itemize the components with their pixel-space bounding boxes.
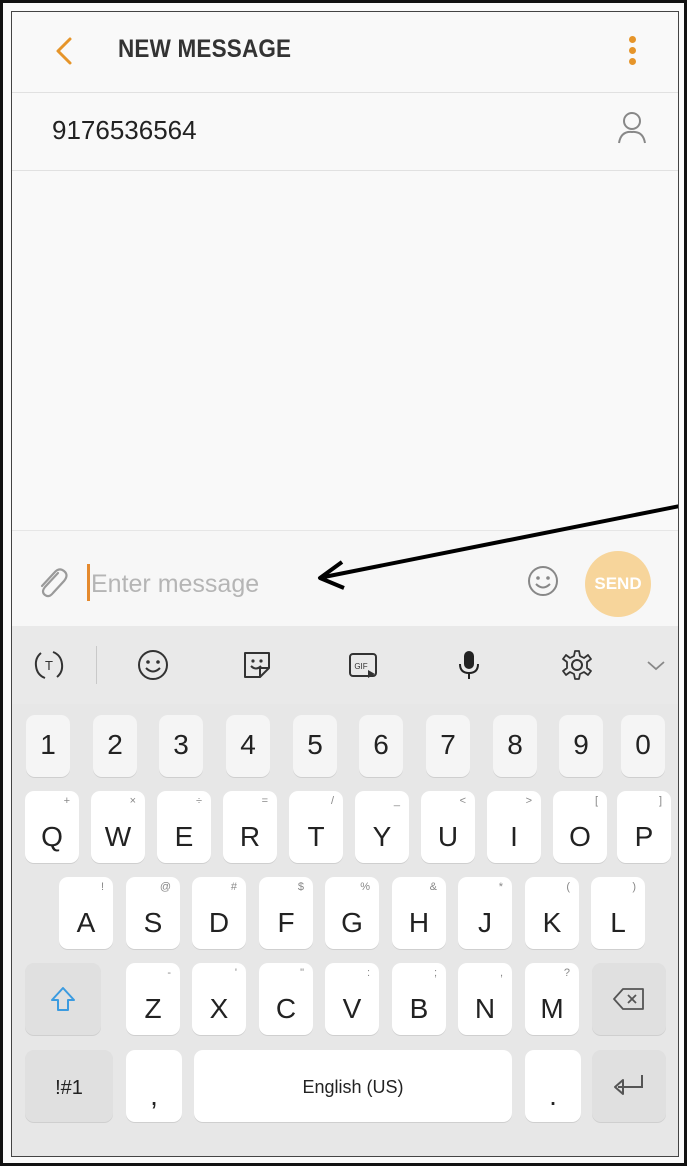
key-0[interactable]: 0 <box>621 715 665 777</box>
key-h[interactable]: & H <box>392 877 446 949</box>
key-g[interactable]: % G <box>325 877 379 949</box>
backspace-key[interactable] <box>592 963 666 1035</box>
shift-key[interactable] <box>25 963 101 1035</box>
key-c[interactable]: " C <box>259 963 313 1035</box>
text-cursor <box>87 564 90 601</box>
key-f[interactable]: $ F <box>259 877 313 949</box>
enter-key[interactable] <box>592 1050 666 1122</box>
annotation-arrow <box>318 504 678 590</box>
key-o[interactable]: [O <box>553 791 607 863</box>
messaging-screen: NEW MESSAGE 9176536564 SEND T <box>11 11 679 1157</box>
key-2[interactable]: 2 <box>93 715 137 777</box>
screenshot-frame: NEW MESSAGE 9176536564 SEND T <box>0 0 687 1166</box>
chevron-left-icon[interactable] <box>48 34 82 68</box>
key-j[interactable]: * J <box>458 877 512 949</box>
key-t[interactable]: / T <box>289 791 343 863</box>
key-7[interactable]: 7 <box>426 715 470 777</box>
key-r[interactable]: = R <box>223 791 277 863</box>
key-v[interactable]: :V <box>325 963 379 1035</box>
settings-gear-icon[interactable] <box>560 648 594 682</box>
key-3[interactable]: 3 <box>159 715 203 777</box>
chevron-down-icon[interactable] <box>644 648 668 682</box>
space-key[interactable]: English (US) <box>194 1050 512 1122</box>
divider <box>12 170 678 171</box>
emoji-icon[interactable] <box>136 648 170 682</box>
more-vertical-icon[interactable] <box>626 36 638 72</box>
key-d[interactable]: # D <box>192 877 246 949</box>
key-p[interactable]: ] P <box>617 791 671 863</box>
key-a[interactable]: ! A <box>59 877 113 949</box>
key-1[interactable]: 1 <box>26 715 70 777</box>
enter-return-icon <box>614 1075 643 1095</box>
keyboard-toolbar: T GIF <box>12 626 678 704</box>
key-b[interactable]: ; B <box>392 963 446 1035</box>
person-icon[interactable] <box>616 110 648 146</box>
key-m[interactable]: ? M <box>525 963 579 1035</box>
key-q[interactable]: + Q <box>25 791 79 863</box>
recipient-number[interactable]: 9176536564 <box>52 115 197 146</box>
text-mode-icon[interactable]: T <box>32 648 66 682</box>
period-key[interactable]: . <box>525 1050 581 1122</box>
key-x[interactable]: ' X <box>192 963 246 1035</box>
key-k[interactable]: (K <box>525 877 579 949</box>
key-n[interactable]: ,N <box>458 963 512 1035</box>
paperclip-icon[interactable] <box>34 564 70 600</box>
key-i[interactable]: > I <box>487 791 541 863</box>
key-z[interactable]: -Z <box>126 963 180 1035</box>
svg-text:GIF: GIF <box>354 662 367 671</box>
key-5[interactable]: 5 <box>293 715 337 777</box>
app-header: NEW MESSAGE <box>12 12 678 92</box>
key-u[interactable]: < U <box>421 791 475 863</box>
key-6[interactable]: 6 <box>359 715 403 777</box>
backspace-icon <box>613 988 644 1010</box>
symbols-key[interactable]: !#1 <box>25 1050 113 1122</box>
key-e[interactable]: ÷ E <box>157 791 211 863</box>
key-w[interactable]: × W <box>91 791 145 863</box>
gif-icon[interactable]: GIF <box>346 648 380 682</box>
key-l[interactable]: ) L <box>591 877 645 949</box>
key-8[interactable]: 8 <box>493 715 537 777</box>
key-9[interactable]: 9 <box>559 715 603 777</box>
sticker-icon[interactable] <box>240 648 274 682</box>
shift-arrow-icon <box>51 987 75 1011</box>
toolbar-divider <box>96 646 97 684</box>
svg-text:T: T <box>45 658 53 673</box>
divider <box>12 92 678 93</box>
keyboard: 1 2 3 4 5 6 7 8 9 0 + Q × W ÷ E = R / T _ Y < U… <box>12 704 678 1156</box>
key-y[interactable]: _ Y <box>355 791 409 863</box>
key-s[interactable]: @ S <box>126 877 180 949</box>
microphone-icon[interactable] <box>452 648 486 682</box>
comma-key[interactable]: , <box>126 1050 182 1122</box>
page-title: NEW MESSAGE <box>118 35 292 63</box>
key-4[interactable]: 4 <box>226 715 270 777</box>
